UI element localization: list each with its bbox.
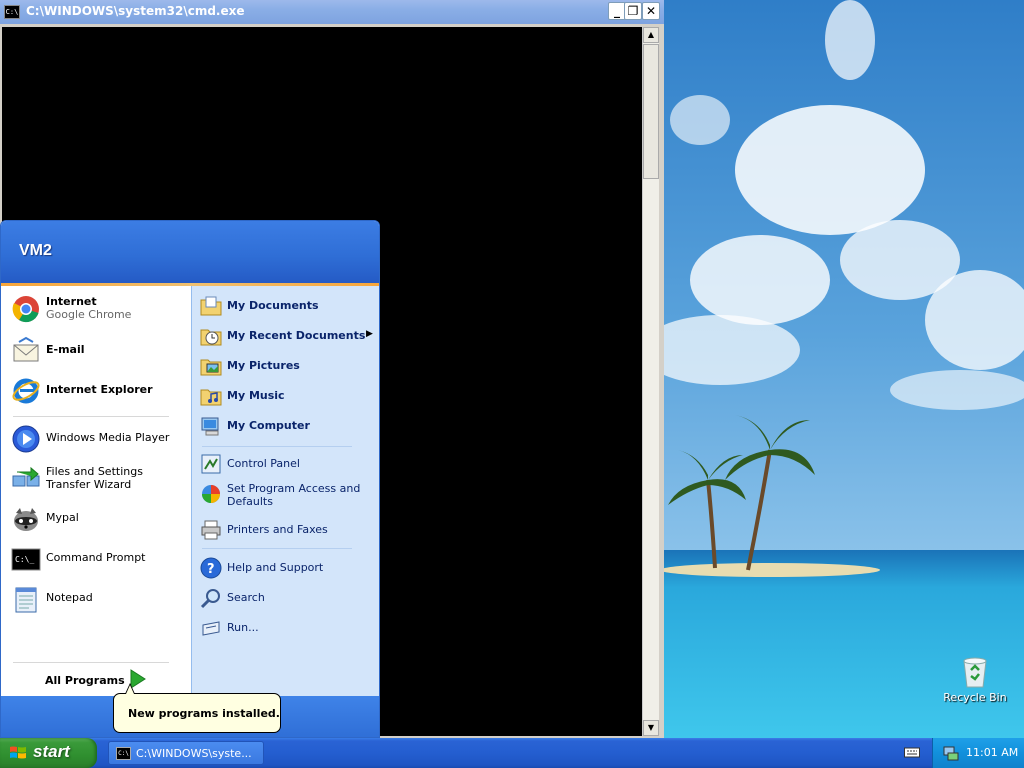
run-icon	[202, 621, 220, 636]
taskbar: start C:\ C:\WINDOWS\syste... 11:01 AM	[0, 738, 1024, 768]
balloon-text: New programs installed.	[128, 707, 280, 720]
scroll-thumb[interactable]	[643, 44, 659, 179]
menu-item-label: Internet	[46, 295, 97, 308]
menu-item-my-computer[interactable]: My Computer	[198, 412, 378, 440]
menu-item-label: My Recent Documents	[227, 329, 366, 342]
recycle-bin-icon	[963, 657, 987, 688]
menu-item-my-recent-documents[interactable]: My Recent Documents ▶	[198, 322, 378, 350]
search-icon	[200, 589, 220, 609]
menu-item-label: Printers and Faxes	[227, 523, 328, 536]
menu-item-label: Windows Media Player	[46, 431, 170, 444]
menu-item-label: Set Program Access and Defaults	[227, 482, 361, 508]
recycle-bin-label: Recycle Bin	[943, 691, 1007, 704]
cmd-window-icon[interactable]: C:\	[4, 5, 20, 19]
menu-item-set-program-access[interactable]: Set Program Access and Defaults	[198, 480, 378, 508]
menu-item-label: My Pictures	[227, 359, 300, 372]
close-button[interactable]: ✕	[642, 2, 660, 20]
cmd-window-title: C:\WINDOWS\system32\cmd.exe	[26, 4, 245, 18]
printer-icon	[201, 520, 221, 540]
recent-documents-icon	[200, 329, 222, 346]
control-panel-icon	[201, 454, 221, 474]
menu-item-mypal[interactable]: Mypal	[9, 502, 185, 536]
menu-item-internet[interactable]: Internet Google Chrome	[9, 292, 185, 326]
menu-separator	[13, 662, 169, 663]
taskbar-button-cmd[interactable]: C:\ C:\WINDOWS\syste...	[108, 741, 264, 765]
scroll-down-arrow-icon[interactable]: ▼	[643, 720, 659, 736]
windows-logo-icon	[10, 746, 26, 759]
cmd-taskbar-icon: C:\	[116, 747, 131, 760]
menu-item-sublabel: Google Chrome	[46, 308, 132, 321]
svg-text:C:\_: C:\_	[15, 555, 34, 564]
start-button-label: start	[33, 742, 70, 761]
vertical-scrollbar[interactable]: ▲ ▼	[642, 27, 659, 736]
menu-item-search[interactable]: Search	[198, 584, 378, 612]
menu-item-my-pictures[interactable]: My Pictures	[198, 352, 378, 380]
email-icon	[13, 336, 39, 362]
menu-item-control-panel[interactable]: Control Panel	[198, 450, 378, 478]
menu-item-label: E-mail	[46, 343, 85, 356]
start-menu-places-pane: My Documents My Recent Documents ▶ My Pi…	[191, 286, 379, 696]
menu-item-windows-media-player[interactable]: Windows Media Player	[9, 422, 185, 456]
mypal-icon	[14, 508, 38, 531]
menu-item-label: My Computer	[227, 419, 310, 432]
start-menu-programs-pane: Internet Google Chrome E-mail Internet E…	[1, 286, 191, 696]
all-programs-button[interactable]: All Programs	[45, 674, 125, 687]
help-icon: ?	[200, 557, 222, 579]
cmd-titlebar[interactable]: C:\ C:\WINDOWS\system32\cmd.exe _ ❐ ✕	[0, 0, 664, 24]
menu-item-email[interactable]: E-mail	[9, 334, 185, 368]
restore-button[interactable]: ❐	[624, 2, 642, 20]
recycle-bin[interactable]: Recycle Bin	[940, 655, 1010, 704]
menu-item-label: Command Prompt	[46, 551, 146, 564]
my-pictures-icon	[200, 359, 222, 376]
menu-item-run[interactable]: Run...	[198, 614, 378, 642]
menu-item-label: Run...	[227, 621, 259, 634]
scroll-up-arrow-icon[interactable]: ▲	[643, 27, 659, 43]
my-music-icon	[200, 389, 222, 406]
command-prompt-icon: C:\_	[11, 548, 41, 571]
menu-item-internet-explorer[interactable]: Internet Explorer	[9, 374, 185, 408]
my-documents-icon	[200, 296, 222, 316]
taskbar-button-label: C:\WINDOWS\syste...	[136, 747, 252, 760]
menu-separator	[13, 416, 169, 417]
menu-item-label: Mypal	[46, 511, 79, 524]
network-tray-icon[interactable]	[943, 745, 959, 761]
menu-item-printers-faxes[interactable]: Printers and Faxes	[198, 516, 378, 544]
media-player-icon	[12, 425, 40, 453]
menu-item-command-prompt[interactable]: C:\_ Command Prompt	[9, 542, 185, 576]
menu-item-my-documents[interactable]: My Documents	[198, 292, 378, 320]
menu-item-label: My Documents	[227, 299, 319, 312]
menu-separator	[202, 446, 352, 447]
notification-balloon[interactable]: New programs installed.	[113, 693, 281, 733]
system-tray: 11:01 AM	[932, 738, 1024, 768]
svg-text:?: ?	[207, 562, 215, 577]
my-computer-icon	[201, 417, 219, 436]
internet-explorer-icon	[12, 378, 40, 404]
menu-item-label: My Music	[227, 389, 285, 402]
menu-item-help-support[interactable]: ? Help and Support	[198, 554, 378, 582]
menu-item-label: Files and Settings Transfer Wizard	[46, 465, 143, 491]
start-button[interactable]: start	[0, 738, 97, 768]
menu-item-label: Control Panel	[227, 457, 300, 470]
submenu-arrow-icon: ▶	[366, 329, 373, 339]
menu-item-label: Internet Explorer	[46, 383, 153, 396]
notepad-icon	[15, 587, 37, 613]
start-menu-header: VM2	[1, 221, 379, 286]
balloon-tail-fill	[126, 685, 134, 694]
program-access-icon	[202, 485, 220, 503]
clock[interactable]: 11:01 AM	[966, 746, 1018, 759]
menu-item-label: Notepad	[46, 591, 93, 604]
menu-item-label: Help and Support	[227, 561, 324, 574]
menu-separator	[202, 548, 352, 549]
menu-item-label: Search	[227, 591, 265, 604]
menu-item-files-transfer-wizard[interactable]: Files and Settings Transfer Wizard	[9, 462, 185, 496]
menu-item-my-music[interactable]: My Music	[198, 382, 378, 410]
transfer-wizard-icon	[12, 466, 40, 487]
chrome-icon	[12, 296, 39, 323]
start-menu: VM2 Internet Google Chrome E-mail Intern…	[0, 220, 380, 738]
menu-item-notepad[interactable]: Notepad	[9, 582, 185, 616]
user-name: VM2	[19, 242, 52, 259]
keyboard-icon[interactable]	[904, 746, 920, 758]
